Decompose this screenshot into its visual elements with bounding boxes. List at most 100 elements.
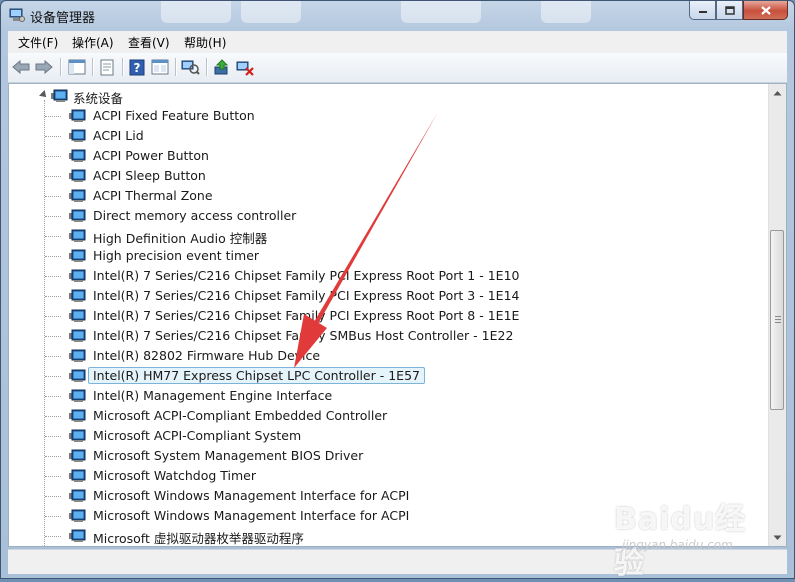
device-manager-app-icon: [9, 8, 25, 22]
device-list-item[interactable]: Microsoft ACPI-Compliant System: [9, 426, 749, 446]
system-device-icon: [69, 389, 86, 402]
properties-icon: [100, 59, 114, 75]
tree-connector-line: [45, 156, 61, 157]
system-device-icon: [69, 109, 86, 122]
tree-connector-line: [45, 496, 61, 497]
baidu-watermark: Baidu经验 jingyan.baidu.com: [608, 483, 758, 581]
title-bar[interactable]: 设备管理器: [1, 1, 794, 31]
scan-hardware-icon: [181, 60, 200, 75]
system-device-icon: [69, 169, 86, 182]
menu-action[interactable]: 操作(A): [72, 34, 114, 51]
system-device-icon: [69, 529, 86, 542]
back-button[interactable]: [10, 57, 32, 77]
menu-file[interactable]: 文件(F): [18, 34, 58, 51]
device-name: ACPI Thermal Zone: [93, 188, 213, 203]
device-list-item[interactable]: ACPI Thermal Zone: [9, 186, 749, 206]
vertical-scrollbar[interactable]: [768, 84, 786, 546]
device-list-item[interactable]: Microsoft Watchdog Timer: [9, 466, 749, 486]
system-device-icon: [69, 129, 86, 142]
help-button[interactable]: ?: [126, 57, 148, 77]
system-device-category-icon: [51, 89, 68, 102]
device-name: High Definition Audio 控制器: [93, 231, 268, 246]
uninstall-device-icon: [236, 61, 254, 76]
scan-hardware-button[interactable]: [179, 57, 201, 77]
device-list-item[interactable]: ACPI Power Button: [9, 146, 749, 166]
scroll-up-button[interactable]: [769, 84, 786, 101]
device-list-item[interactable]: ACPI Sleep Button: [9, 166, 749, 186]
device-name: ACPI Sleep Button: [93, 168, 206, 183]
system-device-icon: [69, 209, 86, 222]
device-name: Intel(R) 82802 Firmware Hub Device: [93, 348, 321, 363]
device-name: Direct memory access controller: [93, 208, 297, 223]
uninstall-device-button[interactable]: [234, 57, 256, 77]
device-list-item[interactable]: High precision event timer: [9, 246, 749, 266]
update-driver-button[interactable]: [211, 57, 233, 77]
device-list-item[interactable]: Intel(R) 7 Series/C216 Chipset Family SM…: [9, 326, 749, 346]
tree-connector-line: [45, 276, 61, 277]
device-list-item[interactable]: Intel(R) 7 Series/C216 Chipset Family PC…: [9, 266, 749, 286]
system-device-icon: [69, 369, 86, 382]
device-name: Intel(R) 7 Series/C216 Chipset Family PC…: [93, 308, 520, 323]
maximize-icon: [724, 5, 735, 15]
device-list-item[interactable]: High Definition Audio 控制器: [9, 226, 749, 246]
maximize-button[interactable]: [716, 1, 743, 20]
view-toggle-button[interactable]: [149, 57, 171, 77]
tree-connector-line: [45, 396, 61, 397]
scroll-up-arrow-icon: [773, 90, 782, 95]
tree-connector-line: [45, 236, 61, 237]
device-list-item[interactable]: Intel(R) Management Engine Interface: [9, 386, 749, 406]
grip-line: [775, 319, 781, 320]
device-list-item[interactable]: Direct memory access controller: [9, 206, 749, 226]
tree-connector-line: [45, 536, 61, 537]
device-name: High precision event timer: [93, 248, 260, 263]
tree-connector-line: [45, 116, 61, 117]
device-name: Intel(R) Management Engine Interface: [93, 388, 333, 403]
device-list-item[interactable]: ACPI Fixed Feature Button: [9, 106, 749, 126]
toolbar-separator: [92, 58, 93, 76]
device-name: Intel(R) 7 Series/C216 Chipset Family SM…: [93, 328, 514, 343]
device-name: Intel(R) HM77 Express Chipset LPC Contro…: [88, 367, 425, 384]
device-tree-pane[interactable]: 系统设备 ACPI Fixed Feature Button ACPI Lid AC…: [8, 83, 787, 547]
toolbar-separator: [122, 58, 123, 76]
tree-connector-line: [45, 516, 61, 517]
update-driver-icon: [214, 58, 229, 74]
device-list-item[interactable]: Intel(R) 7 Series/C216 Chipset Family PC…: [9, 306, 749, 326]
device-list-item[interactable]: Microsoft System Management BIOS Driver: [9, 446, 749, 466]
window-title: 设备管理器: [30, 11, 96, 26]
toolbar: ?: [8, 53, 787, 83]
device-list-item[interactable]: Intel(R) 7 Series/C216 Chipset Family PC…: [9, 286, 749, 306]
menu-help[interactable]: 帮助(H): [184, 34, 226, 51]
system-device-icon: [69, 189, 86, 202]
device-name: Microsoft Watchdog Timer: [93, 468, 256, 483]
blurred-background-region: [241, 1, 301, 23]
system-device-icon: [69, 249, 86, 262]
properties-button[interactable]: [96, 57, 118, 77]
caption-buttons: [689, 1, 788, 21]
watermark-url: jingyan.baidu.com: [622, 538, 733, 552]
view-toggle-icon: [151, 59, 169, 75]
menu-view[interactable]: 查看(V): [128, 34, 170, 51]
tree-node-label: 系统设备: [73, 91, 124, 106]
close-icon: [760, 5, 771, 15]
device-name: Microsoft ACPI-Compliant Embedded Contro…: [93, 408, 388, 423]
close-button[interactable]: [743, 1, 788, 20]
minimize-button[interactable]: [689, 1, 716, 20]
toolbar-separator: [60, 58, 61, 76]
device-list-item[interactable]: ACPI Lid: [9, 126, 749, 146]
device-list-item[interactable]: Microsoft ACPI-Compliant Embedded Contro…: [9, 406, 749, 426]
device-list-item[interactable]: Intel(R) HM77 Express Chipset LPC Contro…: [9, 366, 749, 386]
collapse-arrow-icon[interactable]: [39, 90, 49, 100]
system-device-icon: [69, 409, 86, 422]
forward-arrow-icon: [35, 60, 53, 74]
scroll-down-button[interactable]: [769, 529, 786, 546]
system-device-icon: [69, 469, 86, 482]
tree-node-system-devices[interactable]: 系统设备: [9, 86, 409, 106]
show-hide-tree-button[interactable]: [66, 57, 88, 77]
forward-button[interactable]: [33, 57, 55, 77]
back-arrow-icon: [12, 60, 30, 74]
device-list-item[interactable]: Intel(R) 82802 Firmware Hub Device: [9, 346, 749, 366]
menu-bar: 文件(F) 操作(A) 查看(V) 帮助(H): [8, 31, 787, 54]
scroll-thumb[interactable]: [770, 230, 784, 410]
tree-connector-line: [45, 336, 61, 337]
tree-connector-line: [45, 416, 61, 417]
